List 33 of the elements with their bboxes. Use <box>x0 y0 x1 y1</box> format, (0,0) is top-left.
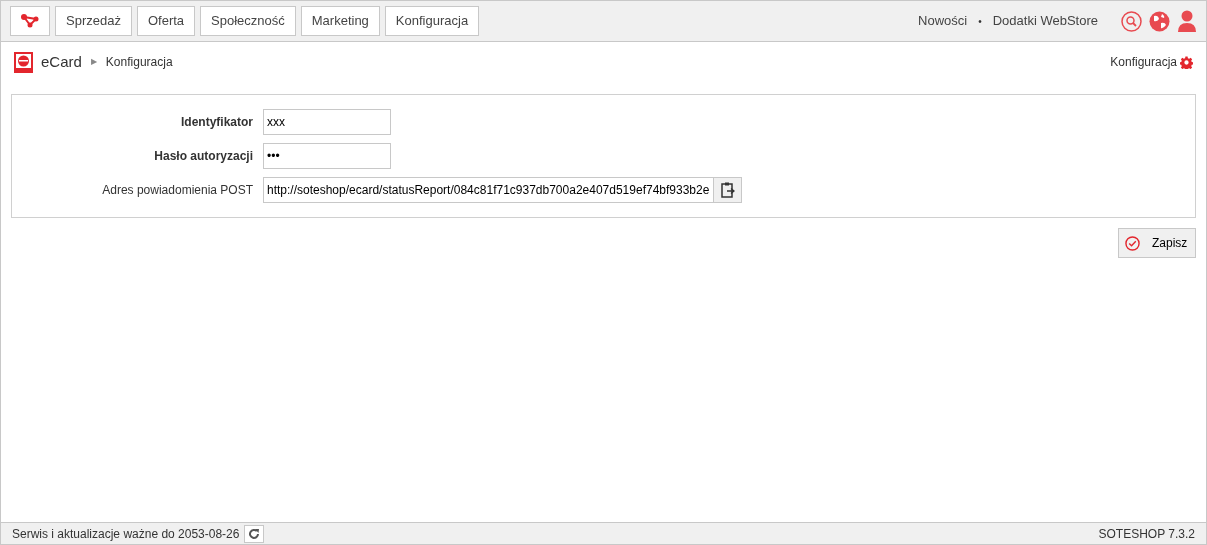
refresh-button[interactable] <box>244 524 265 543</box>
news-link[interactable]: Nowości <box>918 11 968 31</box>
breadcrumb-arrow: ▶ <box>90 56 97 68</box>
field-label: Hasło autoryzacji <box>153 148 254 165</box>
module-title: eCard <box>41 51 82 72</box>
settings-icon[interactable] <box>1180 55 1193 69</box>
logo-button[interactable] <box>10 6 50 36</box>
separator-dot: • <box>978 14 982 29</box>
nav-tab[interactable]: Oferta <box>136 6 196 36</box>
nav-tab[interactable]: Sprzedaż <box>55 6 132 36</box>
copy-button[interactable] <box>714 177 742 203</box>
version-text: SOTESHOP 7.3.2 <box>1098 525 1195 543</box>
ecard-logo-icon <box>14 51 33 73</box>
search-icon[interactable] <box>1121 10 1142 32</box>
nav-tab[interactable]: Konfiguracja <box>384 6 480 36</box>
nav-tab[interactable]: Marketing <box>300 6 380 36</box>
settings-link[interactable]: Konfiguracja <box>1110 53 1177 71</box>
breadcrumb-item: Konfiguracja <box>105 54 173 71</box>
url-field[interactable]: http://soteshop/ecard/statusReport/084c81f71c937db700a2e407d519ef74bf933b2e <box>263 177 714 203</box>
webstore-link[interactable]: Dodatki WebStore <box>992 11 1098 31</box>
license-text: Serwis i aktualizacje ważne do 2053-08-26 <box>12 525 240 543</box>
field-label: Adres powiadomienia POST <box>101 182 254 199</box>
nav-tab[interactable]: Społeczność <box>200 6 296 36</box>
refresh-icon <box>248 527 261 540</box>
field-label: Identyfikator <box>180 114 254 131</box>
clipboard-icon <box>720 182 735 198</box>
globe-icon[interactable] <box>1149 10 1170 32</box>
save-button[interactable]: Zapisz <box>1118 228 1196 258</box>
user-icon[interactable] <box>1177 10 1197 32</box>
network-logo-icon <box>21 14 39 28</box>
text-field[interactable]: ••• <box>263 143 391 169</box>
text-field[interactable]: xxx <box>263 109 391 135</box>
check-circle-icon <box>1125 235 1140 251</box>
